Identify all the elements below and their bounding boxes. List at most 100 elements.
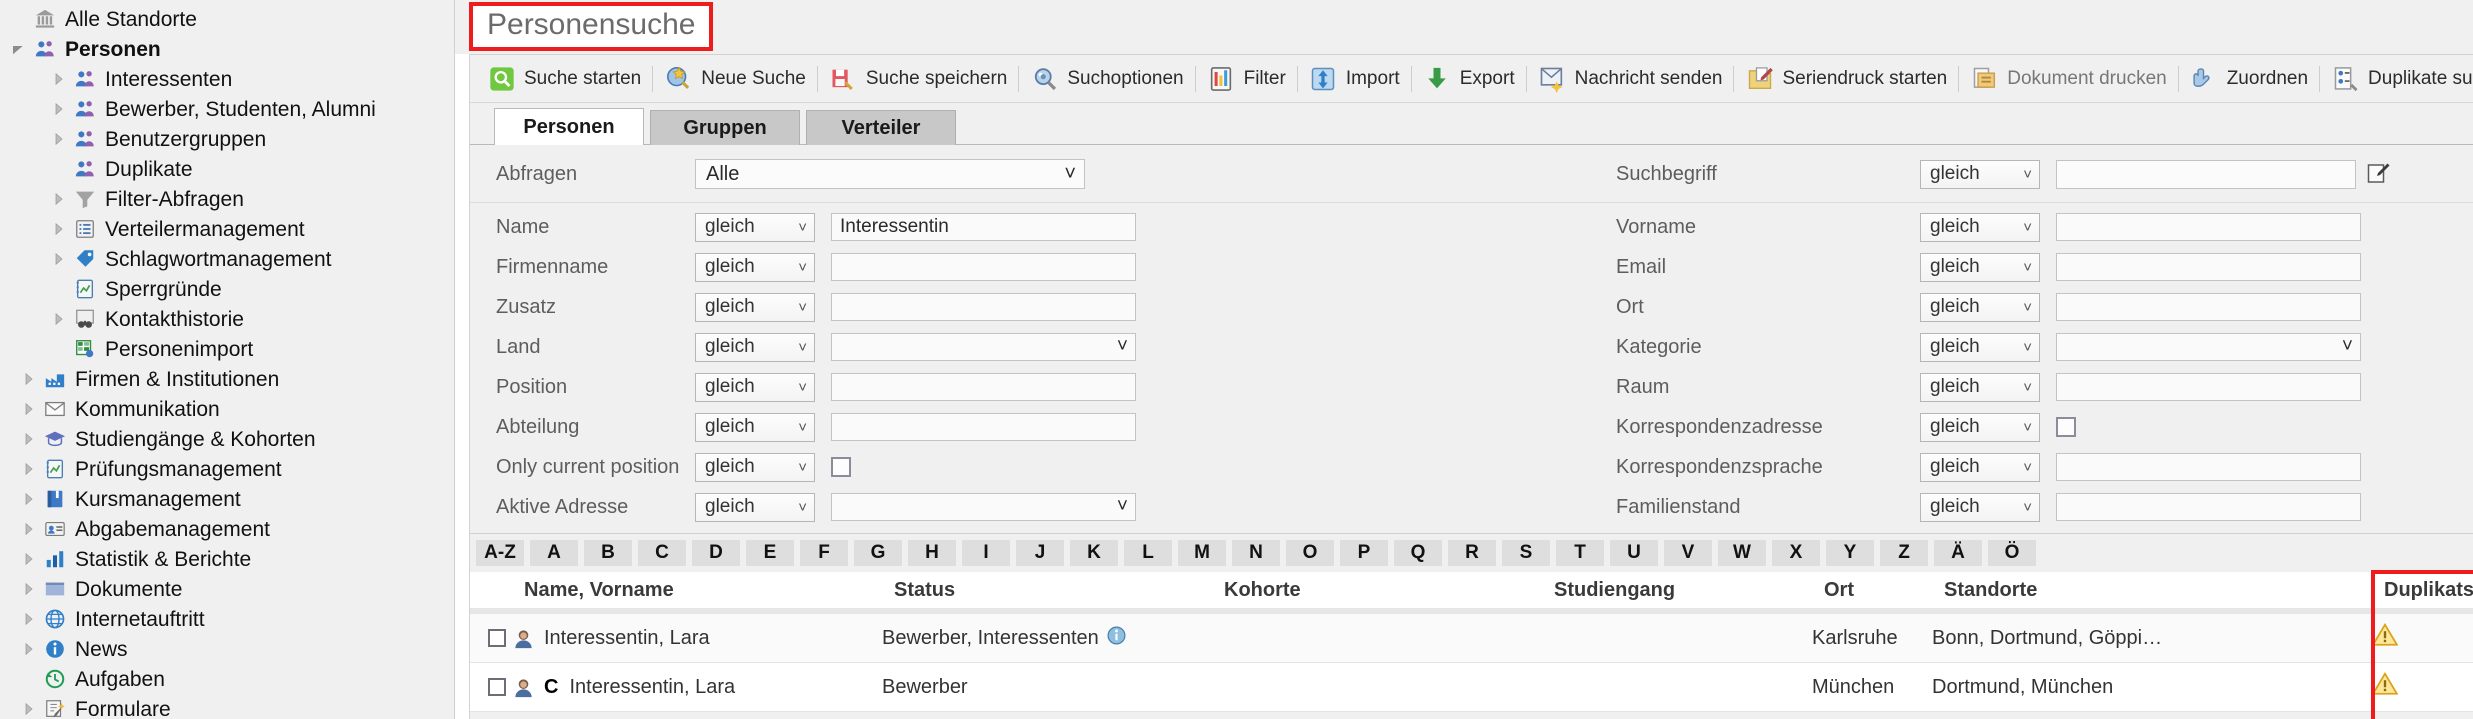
alpha-filter-q[interactable]: Q bbox=[1394, 540, 1442, 566]
operator-select[interactable]: gleich ˅ bbox=[1920, 492, 2040, 522]
sidebar-item-prüfungsmanagement[interactable]: Prüfungsmanagement bbox=[0, 454, 454, 484]
chevron-right-icon[interactable] bbox=[18, 698, 40, 719]
operator-select[interactable]: gleich ˅ bbox=[1920, 332, 2040, 362]
alpha-filter-l[interactable]: L bbox=[1124, 540, 1172, 566]
sidebar-item-benutzergruppen[interactable]: Benutzergruppen bbox=[0, 124, 454, 154]
table-body[interactable]: Interessentin, Lara Bewerber, Interessent… bbox=[470, 614, 2473, 712]
left-checkbox[interactable] bbox=[831, 457, 851, 477]
alpha-filter-n[interactable]: N bbox=[1232, 540, 1280, 566]
left-value-input[interactable] bbox=[831, 253, 1136, 281]
tab-bar[interactable]: Personen Gruppen Verteiler bbox=[470, 103, 2473, 145]
chevron-right-icon[interactable] bbox=[18, 578, 40, 600]
column-header-kohorte[interactable]: Kohorte bbox=[1224, 579, 1554, 602]
sidebar-item-filter-abfragen[interactable]: Filter-Abfragen bbox=[0, 184, 454, 214]
right-value-input[interactable] bbox=[2056, 373, 2361, 401]
sidebar-item-kontakthistorie[interactable]: Kontakthistorie bbox=[0, 304, 454, 334]
query-row[interactable]: Abfragen Alle ˅ Suchbegriff gleich ˅ bbox=[470, 154, 2473, 203]
row-checkbox-cell[interactable] bbox=[470, 629, 512, 647]
sidebar-item-aufgaben[interactable]: Aufgaben bbox=[0, 664, 454, 694]
right-value-input[interactable] bbox=[2056, 493, 2361, 521]
alpha-filter-a[interactable]: A bbox=[530, 540, 578, 566]
chevron-right-icon[interactable] bbox=[18, 428, 40, 450]
toolbar-button-import[interactable]: Import bbox=[1298, 57, 1411, 101]
cell-name[interactable]: Interessentin, Lara bbox=[512, 627, 882, 650]
table-row[interactable]: C Interessentin, Lara Bewerber München Dortm… bbox=[470, 663, 2473, 712]
left-value-select[interactable]: ˅ bbox=[831, 333, 1136, 361]
toolbar-button-dokument-drucken[interactable]: Dokument drucken bbox=[1959, 57, 2177, 101]
row-checkbox-cell[interactable] bbox=[470, 678, 512, 696]
alpha-filter-b[interactable]: B bbox=[584, 540, 632, 566]
operator-select[interactable]: gleich ˅ bbox=[695, 292, 815, 322]
operator-select[interactable]: gleich ˅ bbox=[695, 452, 815, 482]
operator-select[interactable]: gleich ˅ bbox=[695, 212, 815, 242]
toolbar-button-duplikate-suchen[interactable]: Duplikate suchen bbox=[2320, 57, 2473, 101]
chevron-right-icon[interactable] bbox=[18, 548, 40, 570]
chevron-right-icon[interactable] bbox=[18, 638, 40, 660]
operator-select[interactable]: gleich ˅ bbox=[695, 372, 815, 402]
alphabet-filter-bar[interactable]: A-Z A B C D E F G H I J K L M N O P Q R S T U V W X Y Z Ä Ö bbox=[470, 534, 2473, 572]
sidebar-item-studiengänge-kohorten[interactable]: Studiengänge & Kohorten bbox=[0, 424, 454, 454]
toolbar-button-neue-suche[interactable]: Neue Suche bbox=[653, 57, 817, 101]
toolbar-button-filter[interactable]: Filter bbox=[1196, 57, 1297, 101]
left-value-input[interactable]: Interessentin bbox=[831, 213, 1136, 241]
alpha-filter-u[interactable]: U bbox=[1610, 540, 1658, 566]
chevron-right-icon[interactable] bbox=[48, 248, 70, 270]
sidebar-item-formulare[interactable]: Formulare bbox=[0, 694, 454, 719]
chevron-right-icon[interactable] bbox=[18, 368, 40, 390]
alpha-filter-s[interactable]: S bbox=[1502, 540, 1550, 566]
alpha-filter-m[interactable]: M bbox=[1178, 540, 1226, 566]
right-value-input[interactable] bbox=[2056, 253, 2361, 281]
chevron-right-icon[interactable] bbox=[18, 608, 40, 630]
sidebar-item-firmen-institutionen[interactable]: Firmen & Institutionen bbox=[0, 364, 454, 394]
chevron-down-icon[interactable] bbox=[8, 38, 30, 60]
cell-duplikatsverdacht[interactable] bbox=[2371, 671, 2473, 703]
navigation-sidebar[interactable]: Alle Standorte Personen Interessenten Bewer… bbox=[0, 0, 455, 719]
sidebar-item-personen[interactable]: Personen bbox=[0, 34, 454, 64]
alpha-filter-e[interactable]: E bbox=[746, 540, 794, 566]
operator-select[interactable]: gleich ˅ bbox=[1920, 372, 2040, 402]
left-value-input[interactable] bbox=[831, 373, 1136, 401]
row-checkbox[interactable] bbox=[488, 678, 506, 696]
toolbar-button-suche-speichern[interactable]: Suche speichern bbox=[818, 57, 1019, 101]
alpha-filter-k[interactable]: K bbox=[1070, 540, 1118, 566]
column-header-studiengang[interactable]: Studiengang bbox=[1554, 579, 1824, 602]
right-checkbox[interactable] bbox=[2056, 417, 2076, 437]
alpha-filter-ä[interactable]: Ä bbox=[1934, 540, 1982, 566]
toolbar-button-suche-starten[interactable]: Suche starten bbox=[476, 57, 652, 101]
toolbar-button-suchoptionen[interactable]: Suchoptionen bbox=[1019, 57, 1194, 101]
chevron-right-icon[interactable] bbox=[18, 518, 40, 540]
chevron-right-icon[interactable] bbox=[48, 128, 70, 150]
toolbar-button-zuordnen[interactable]: Zuordnen bbox=[2179, 57, 2319, 101]
abfragen-select[interactable]: Alle ˅ bbox=[695, 159, 1085, 189]
row-checkbox[interactable] bbox=[488, 629, 506, 647]
sidebar-item-abgabemanagement[interactable]: Abgabemanagement bbox=[0, 514, 454, 544]
sidebar-item-sperrgründe[interactable]: Sperrgründe bbox=[0, 274, 454, 304]
operator-select[interactable]: gleich ˅ bbox=[1920, 252, 2040, 282]
right-value-input[interactable] bbox=[2056, 293, 2361, 321]
operator-select[interactable]: gleich ˅ bbox=[1920, 292, 2040, 322]
sidebar-item-duplikate[interactable]: Duplikate bbox=[0, 154, 454, 184]
column-header-name-vorname[interactable]: Name, Vorname bbox=[512, 579, 894, 602]
right-value-input[interactable] bbox=[2056, 213, 2361, 241]
left-value-select[interactable]: ˅ bbox=[831, 493, 1136, 521]
operator-select[interactable]: gleich ˅ bbox=[1920, 412, 2040, 442]
operator-select[interactable]: gleich ˅ bbox=[1920, 212, 2040, 242]
alpha-filter-p[interactable]: P bbox=[1340, 540, 1388, 566]
alpha-filter-ö[interactable]: Ö bbox=[1988, 540, 2036, 566]
alpha-filter-o[interactable]: O bbox=[1286, 540, 1334, 566]
alpha-filter-t[interactable]: T bbox=[1556, 540, 1604, 566]
cell-duplikatsverdacht[interactable] bbox=[2371, 622, 2473, 654]
operator-select[interactable]: gleich ˅ bbox=[695, 252, 815, 282]
alpha-filter-i[interactable]: I bbox=[962, 540, 1010, 566]
sidebar-item-schlagwortmanagement[interactable]: Schlagwortmanagement bbox=[0, 244, 454, 274]
alpha-filter-z[interactable]: Z bbox=[1880, 540, 1928, 566]
sidebar-item-bewerber-studenten-alumni[interactable]: Bewerber, Studenten, Alumni bbox=[0, 94, 454, 124]
chevron-right-icon[interactable] bbox=[48, 68, 70, 90]
table-row[interactable]: Interessentin, Lara Bewerber, Interessent… bbox=[470, 614, 2473, 663]
alpha-filter-f[interactable]: F bbox=[800, 540, 848, 566]
alpha-filter-h[interactable]: H bbox=[908, 540, 956, 566]
left-value-input[interactable] bbox=[831, 413, 1136, 441]
alpha-filter-d[interactable]: D bbox=[692, 540, 740, 566]
toolbar-button-export[interactable]: Export bbox=[1412, 57, 1526, 101]
sidebar-item-dokumente[interactable]: Dokumente bbox=[0, 574, 454, 604]
